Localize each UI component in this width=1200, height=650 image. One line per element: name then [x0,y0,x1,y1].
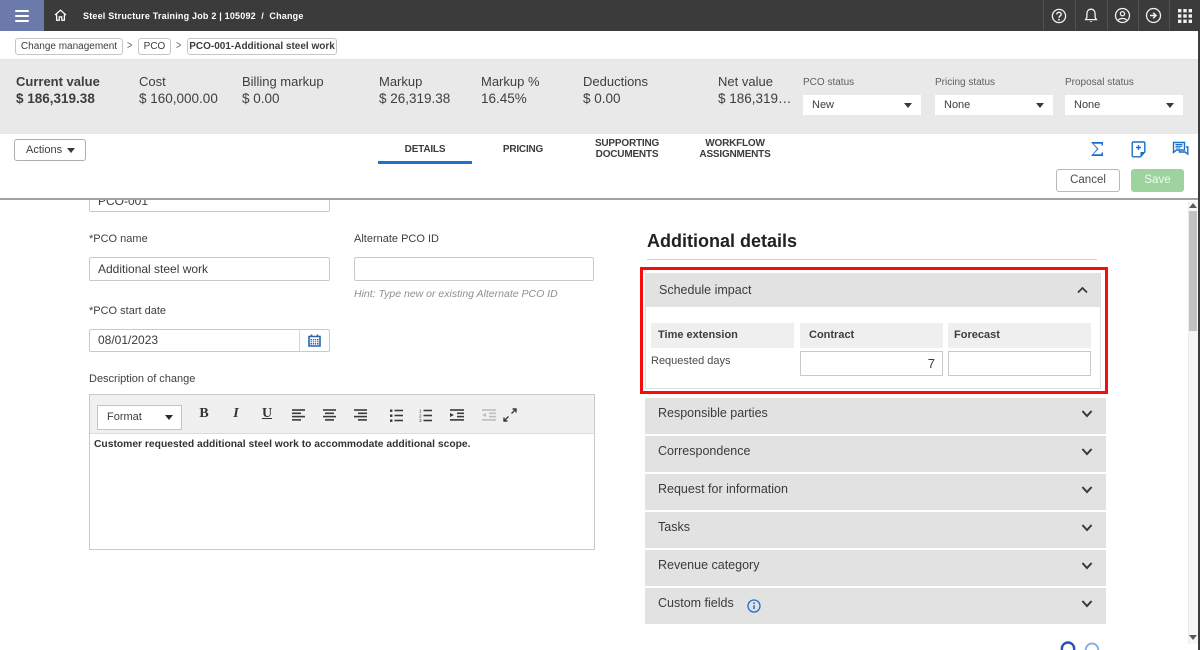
svg-text:3: 3 [419,418,422,422]
